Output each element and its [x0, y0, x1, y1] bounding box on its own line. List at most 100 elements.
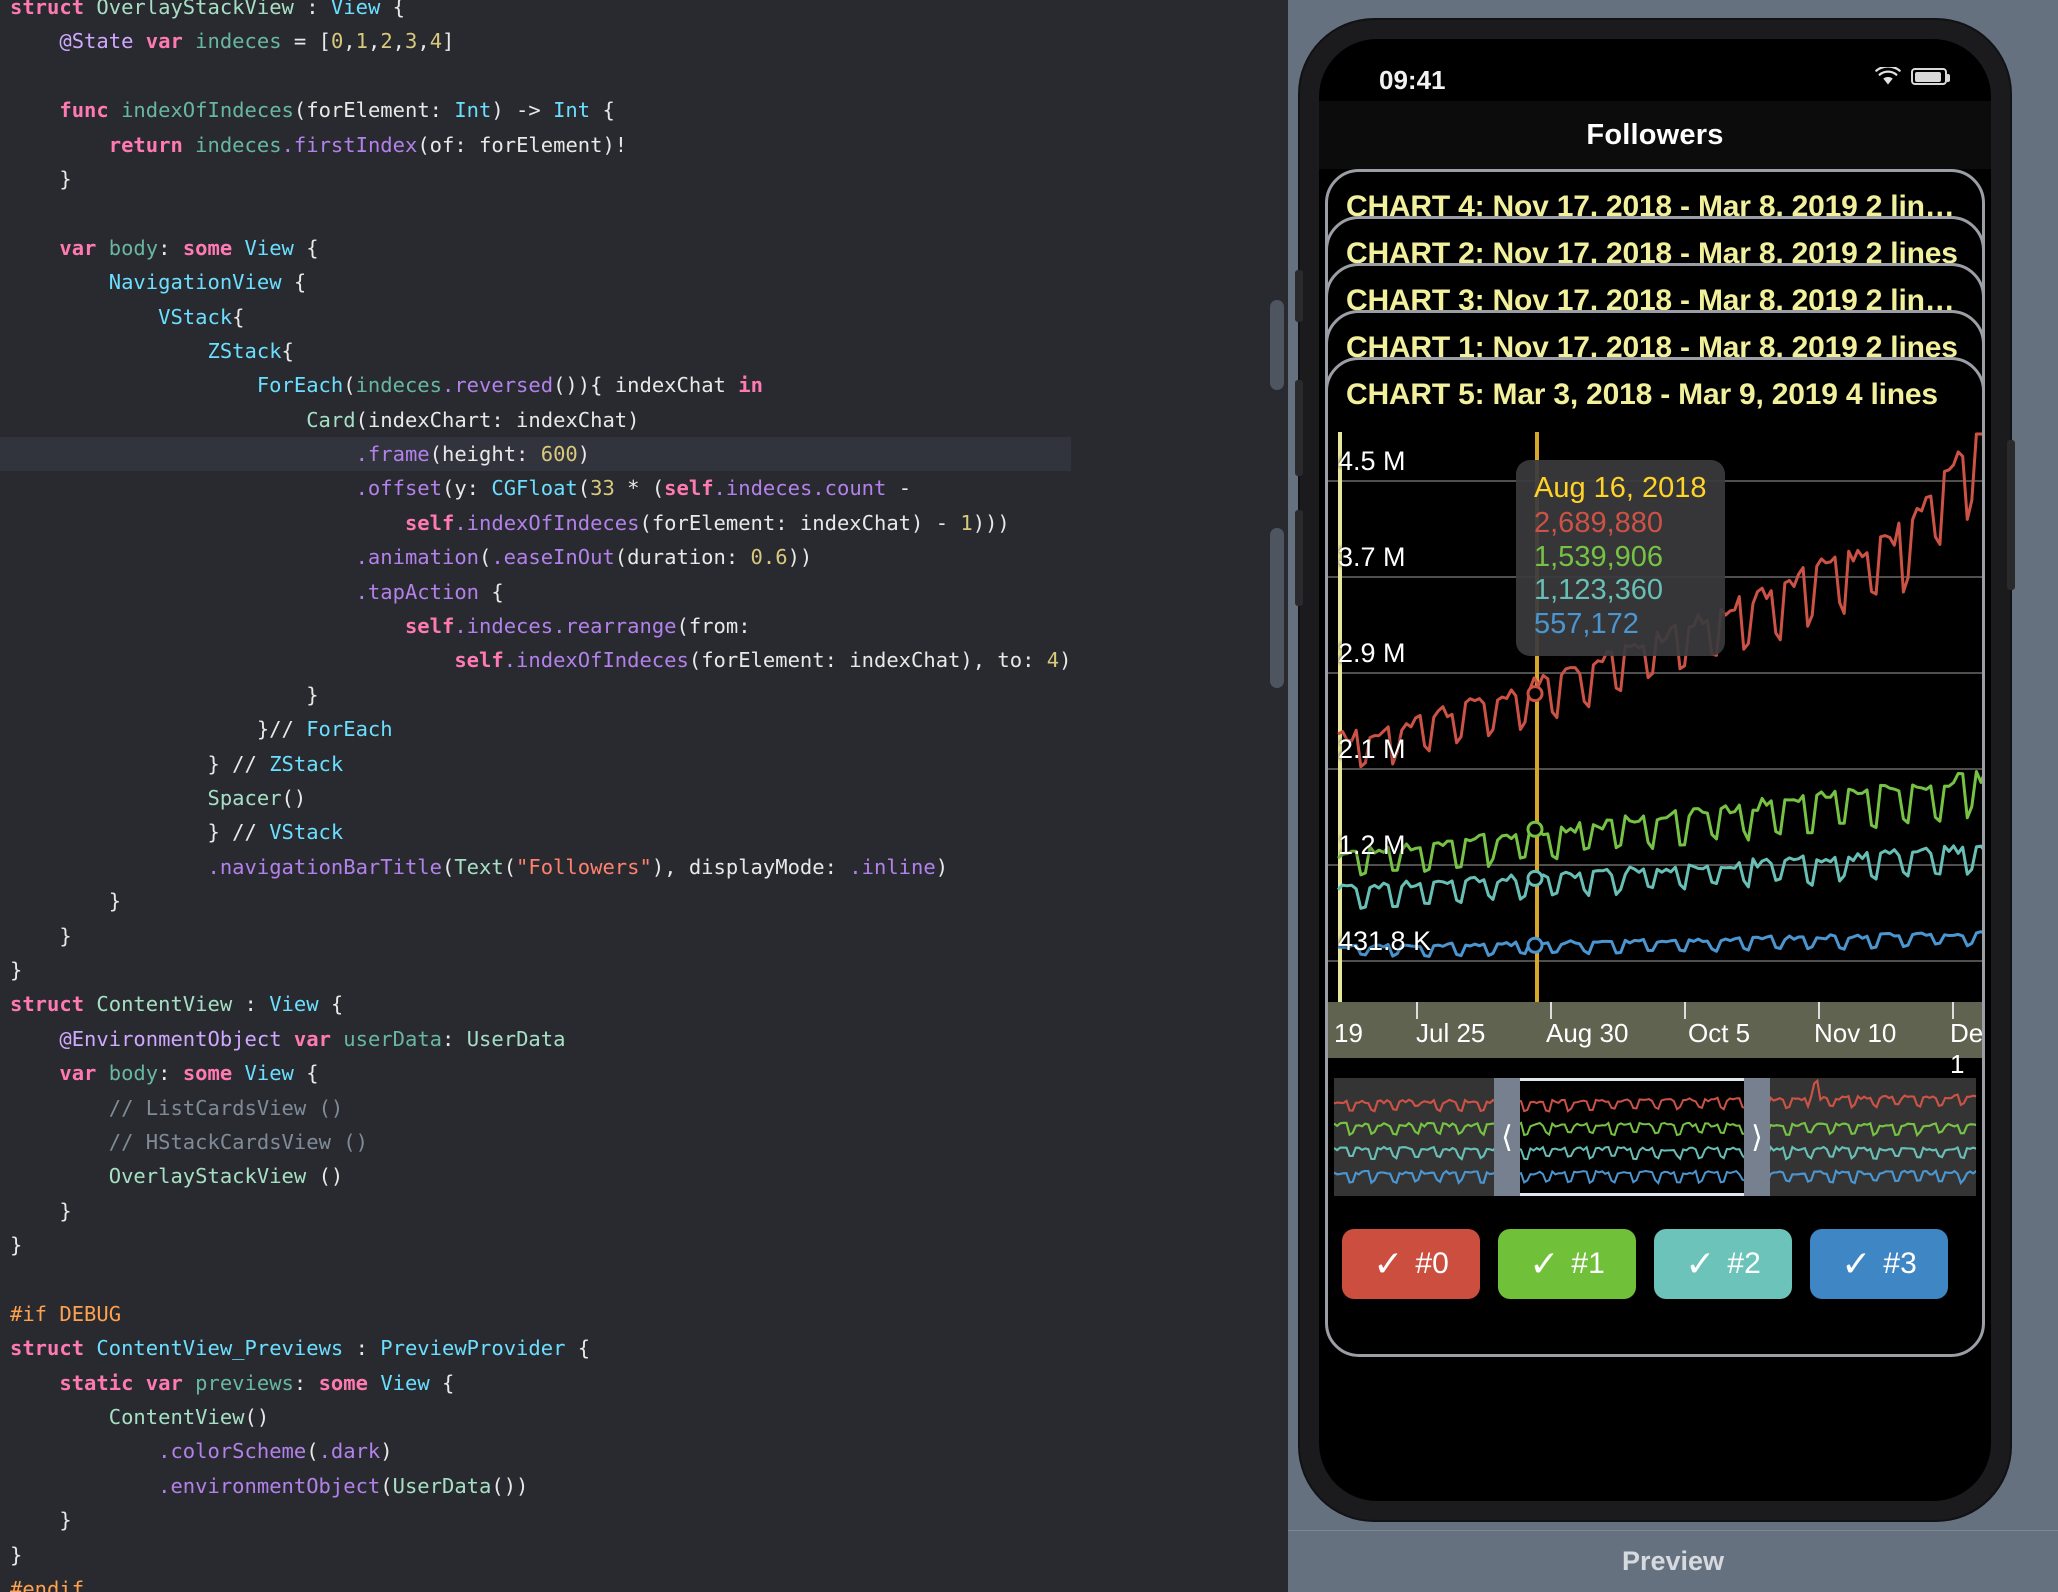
code-line[interactable]: } [0, 162, 1071, 196]
minimap-window[interactable] [1506, 1078, 1758, 1196]
code-line[interactable]: func indexOfIndeces(forElement: Int) -> … [0, 93, 1071, 127]
battery-icon [1911, 68, 1950, 85]
y-tick-label-0: 431.8 K [1338, 926, 1432, 956]
minimap-handle-left[interactable]: ⟨ [1494, 1078, 1520, 1196]
code-line[interactable]: struct ContentView_Previews : PreviewPro… [0, 1331, 1071, 1365]
volume-up-button[interactable] [1295, 380, 1303, 476]
code-line[interactable]: } [0, 919, 1071, 953]
code-line[interactable]: var body: some View { [0, 231, 1071, 265]
series-toggle-row[interactable]: ✓ #0 ✓ #1 ✓ #2 ✓ #3 [1328, 1218, 1982, 1310]
tooltip-value-0: 2,689,880 [1534, 507, 1664, 539]
chart-card-5[interactable]: CHART 5: Mar 3, 2018 - Mar 9, 2019 4 lin… [1325, 357, 1985, 1357]
silent-switch-button[interactable] [1295, 270, 1303, 322]
chart-range-selector[interactable]: ⟨ ⟩ [1334, 1078, 1976, 1196]
iphone-simulator[interactable]: 09:41 Followers CHART 4: Nov 17, 2018 - … [1295, 20, 2015, 1520]
check-icon: ✓ [1685, 1243, 1716, 1284]
preview-footer-label: Preview [1288, 1530, 2058, 1592]
status-indicators [1875, 67, 1950, 86]
code-line[interactable]: #endif [0, 1572, 1071, 1592]
tooltip-value-2: 1,123,360 [1534, 574, 1664, 607]
code-line[interactable]: .tapAction { [0, 575, 1071, 609]
chart-line-#3 [1337, 930, 1982, 958]
phone-screen[interactable]: 09:41 Followers CHART 4: Nov 17, 2018 - … [1319, 39, 1991, 1501]
code-line[interactable]: .navigationBarTitle(Text("Followers"), d… [0, 850, 1071, 884]
chart-card-title: CHART 5: Mar 3, 2018 - Mar 9, 2019 4 lin… [1346, 378, 1938, 411]
code-line[interactable]: OverlayStackView () [0, 1159, 1071, 1193]
chart-x-axis: 19 Jul 25 Aug 30 Oct 5 Nov 10 Dec 1 [1328, 1002, 1982, 1079]
x-tick-label-5: Dec 1 [1950, 1018, 1984, 1079]
code-line[interactable]: VStack{ [0, 300, 1071, 334]
page-title: Followers [1586, 118, 1724, 151]
code-line[interactable]: // ListCardsView () [0, 1091, 1071, 1125]
code-line[interactable]: .colorScheme(.dark) [0, 1434, 1071, 1468]
chart-point-#3 [1526, 936, 1544, 954]
code-line[interactable]: self.indexOfIndeces(forElement: indexCha… [0, 643, 1071, 677]
series-toggle-label: #3 [1883, 1247, 1917, 1280]
code-line[interactable]: } // ZStack [0, 747, 1071, 781]
code-line[interactable]: NavigationView { [0, 265, 1071, 299]
code-editor[interactable]: struct OverlayStackView : View { @State … [0, 0, 1288, 1592]
volume-down-button[interactable] [1295, 510, 1303, 606]
y-tick-label-1: 1.2 M [1338, 830, 1406, 860]
code-line[interactable]: // HStackCardsView () [0, 1125, 1071, 1159]
code-line[interactable]: struct ContentView : View { [0, 987, 1071, 1021]
series-toggle-0[interactable]: ✓ #0 [1342, 1229, 1480, 1299]
code-line[interactable]: self.indeces.rearrange(from: [0, 609, 1071, 643]
code-line[interactable]: .environmentObject(UserData()) [0, 1469, 1071, 1503]
power-button[interactable] [2007, 440, 2015, 590]
scrollbar-thumb-top[interactable] [1270, 300, 1284, 390]
code-line[interactable]: #if DEBUG [0, 1297, 1071, 1331]
code-line[interactable]: } [0, 1194, 1071, 1228]
code-line[interactable]: ContentView() [0, 1400, 1071, 1434]
series-toggle-3[interactable]: ✓ #3 [1810, 1229, 1948, 1299]
x-tick-label-1: Jul 25 [1416, 1018, 1486, 1048]
x-tick-mark [1550, 1002, 1552, 1019]
code-line[interactable]: }// ForEach [0, 712, 1071, 746]
minimap-handle-right[interactable]: ⟩ [1744, 1078, 1770, 1196]
tooltip-value-1: 1,539,906 [1534, 540, 1664, 573]
y-tick-label-4: 3.7 M [1338, 542, 1406, 572]
code-line[interactable]: Spacer() [0, 781, 1071, 815]
check-icon: ✓ [1841, 1243, 1872, 1284]
code-line[interactable]: } [0, 1538, 1071, 1572]
code-line[interactable]: @State var indeces = [0,1,2,3,4] [0, 24, 1071, 58]
preview-pane: 09:41 Followers CHART 4: Nov 17, 2018 - … [1288, 0, 2058, 1592]
x-tick-mark [1684, 1002, 1686, 1019]
code-line[interactable]: @EnvironmentObject var userData: UserDat… [0, 1022, 1071, 1056]
scrollbar-thumb-main[interactable] [1270, 528, 1284, 688]
code-line[interactable]: return indeces.firstIndex(of: forElement… [0, 128, 1071, 162]
code-line[interactable]: struct OverlayStackView : View { [0, 0, 1071, 24]
code-line[interactable]: ForEach(indeces.reversed()){ indexChat i… [0, 368, 1071, 402]
code-line[interactable]: ZStack{ [0, 334, 1071, 368]
x-tick-mark [1952, 1002, 1954, 1019]
x-tick-label-3: Oct 5 [1688, 1018, 1751, 1048]
code-line[interactable]: } [0, 1228, 1071, 1262]
code-line[interactable]: } [0, 953, 1071, 987]
chart-plot-area[interactable]: Aug 16, 2018 2,689,880 1,539,906 1,123,3… [1328, 432, 1982, 1002]
card-stack[interactable]: CHART 4: Nov 17, 2018 - Mar 8, 2019 2 li… [1319, 169, 1991, 1501]
editor-scrollbar[interactable] [1266, 0, 1288, 1592]
code-line[interactable]: .frame(height: 600) [0, 437, 1072, 472]
source-code[interactable]: struct OverlayStackView : View { @State … [0, 0, 1072, 1592]
code-line[interactable] [0, 1262, 1071, 1296]
series-toggle-1[interactable]: ✓ #1 [1498, 1229, 1636, 1299]
code-line[interactable]: } [0, 884, 1071, 918]
code-line[interactable]: } [0, 678, 1071, 712]
code-line[interactable]: } // VStack [0, 815, 1071, 849]
code-line[interactable]: } [0, 1503, 1071, 1537]
chart-point-#1 [1526, 820, 1544, 838]
code-line[interactable]: .offset(y: CGFloat(33 * (self.indeces.co… [0, 471, 1071, 505]
code-line[interactable] [0, 196, 1071, 230]
code-line[interactable] [0, 59, 1071, 93]
code-line[interactable]: self.indexOfIndeces(forElement: indexCha… [0, 506, 1071, 540]
code-line[interactable]: var body: some View { [0, 1056, 1071, 1090]
series-toggle-2[interactable]: ✓ #2 [1654, 1229, 1792, 1299]
check-icon: ✓ [1373, 1243, 1404, 1284]
chart-point-#2 [1526, 869, 1544, 887]
xcode-window: struct OverlayStackView : View { @State … [0, 0, 2058, 1592]
code-line[interactable]: static var previews: some View { [0, 1366, 1071, 1400]
y-tick-label-3: 2.9 M [1338, 638, 1406, 668]
x-tick-mark [1416, 1002, 1418, 1019]
code-line[interactable]: Card(indexChart: indexChat) [0, 403, 1071, 437]
code-line[interactable]: .animation(.easeInOut(duration: 0.6)) [0, 540, 1071, 574]
